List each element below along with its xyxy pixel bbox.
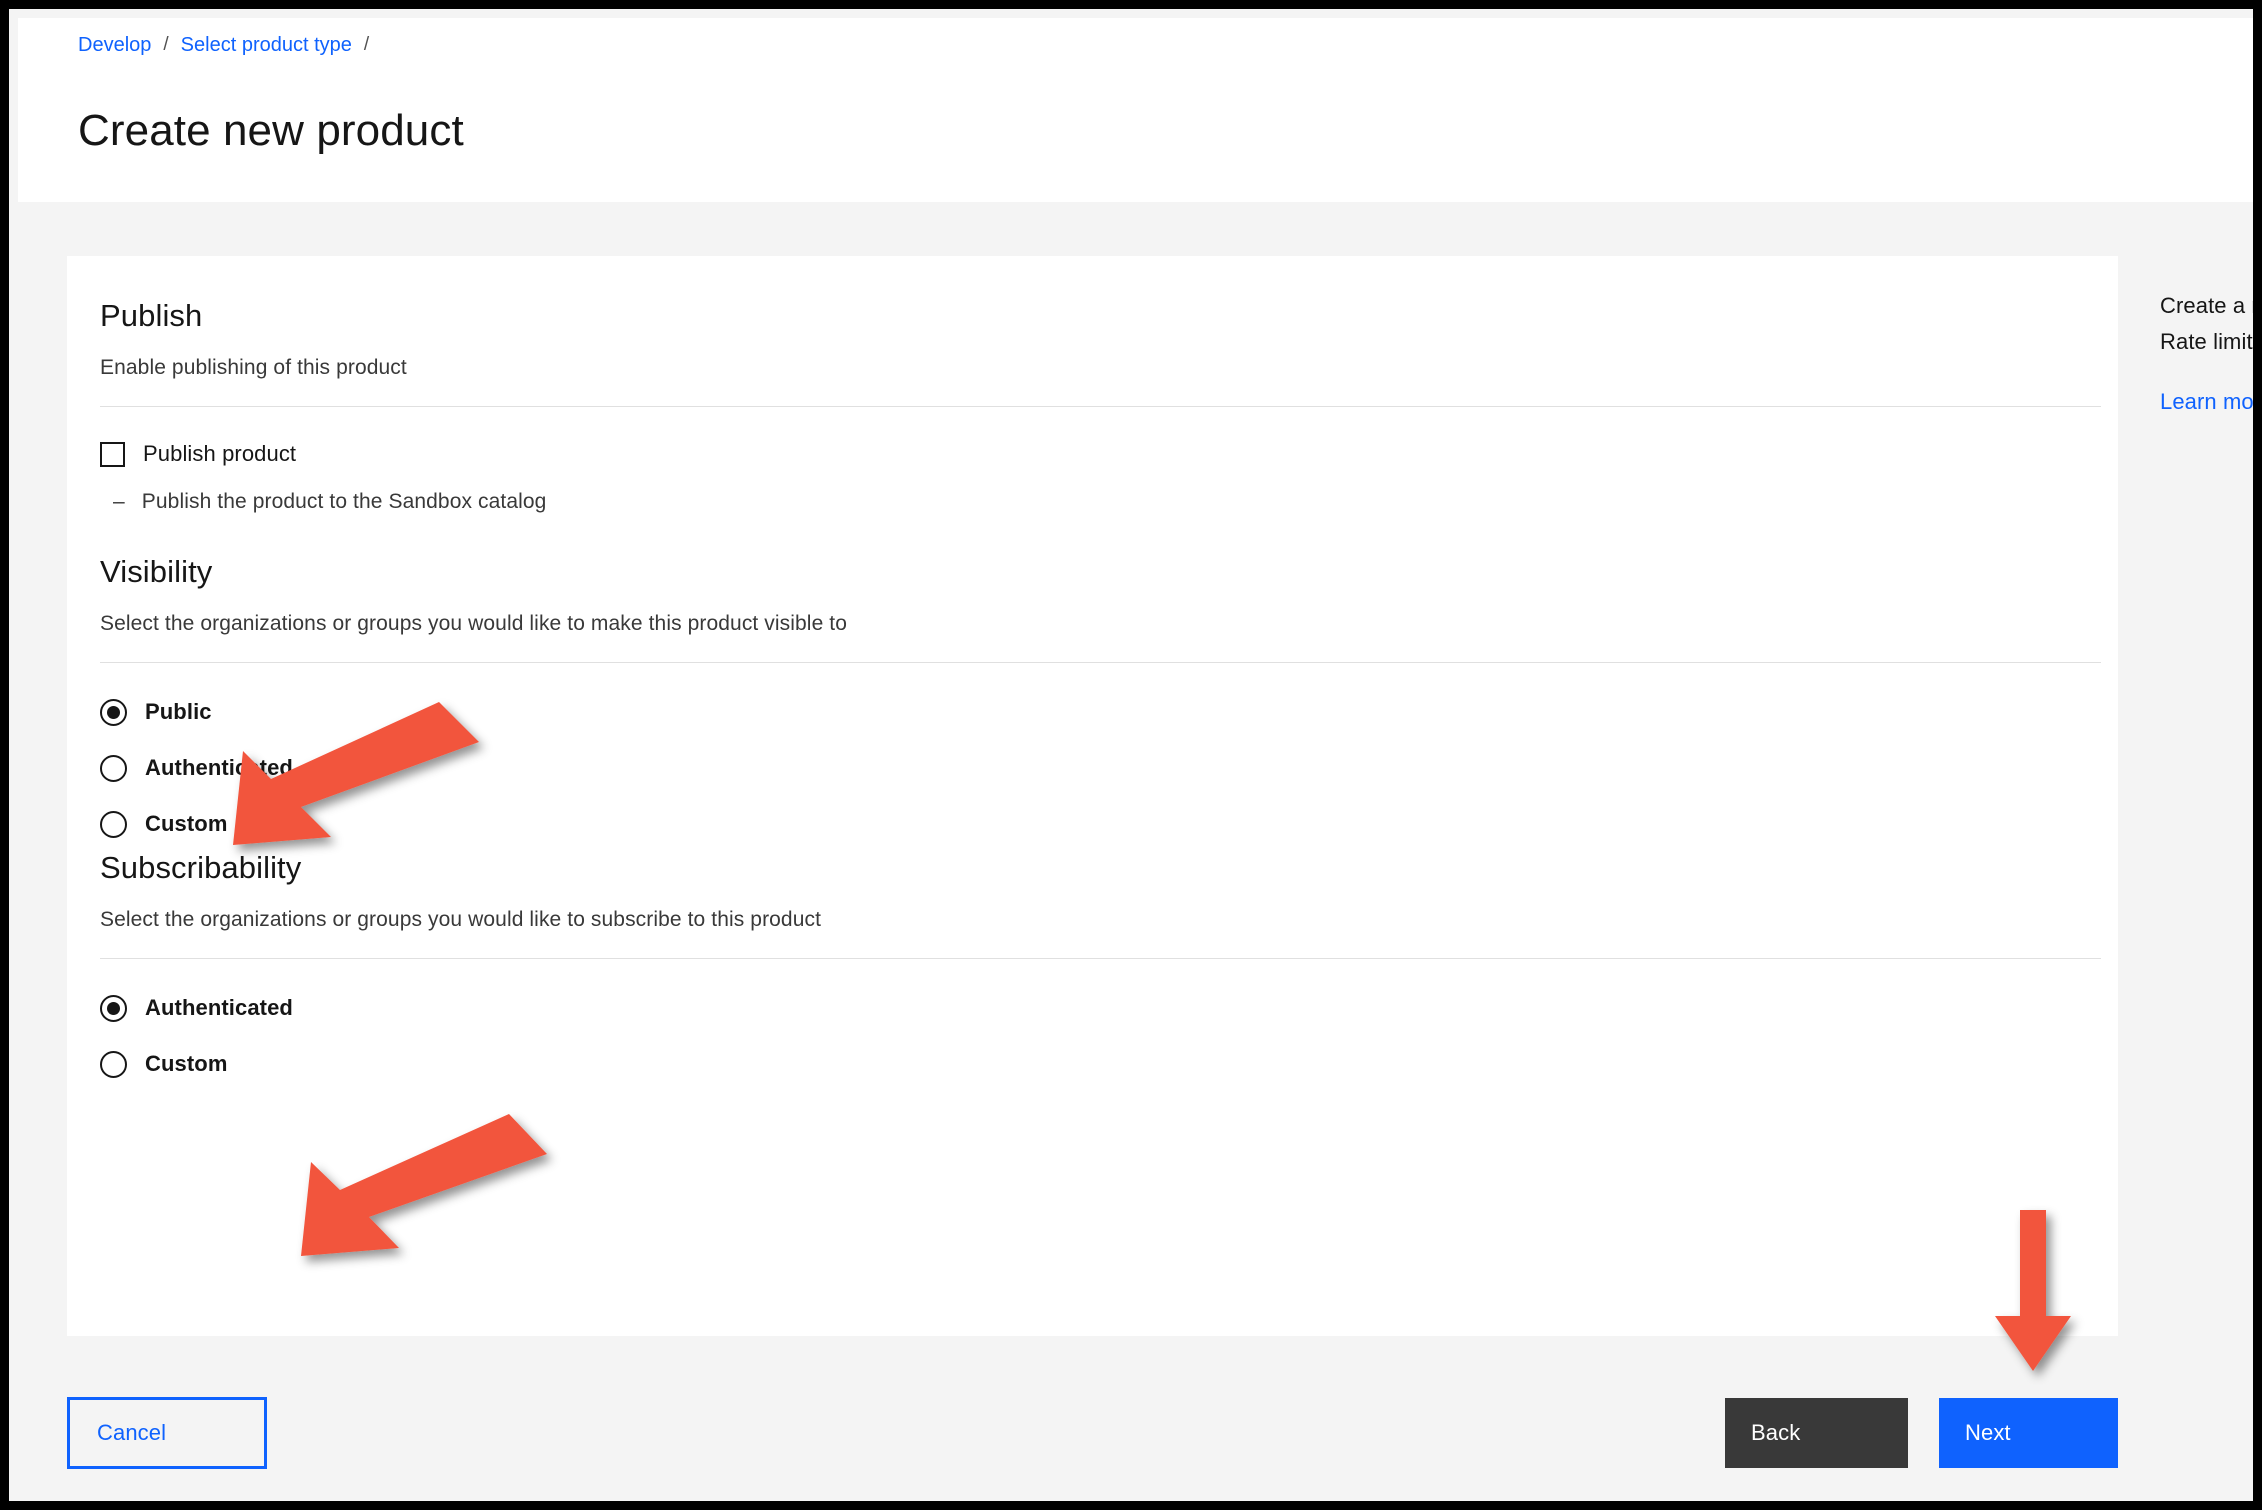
- subscribability-radio-group: Authenticated Custom: [100, 959, 2118, 1084]
- section-description-visibility: Select the organizations or groups you w…: [100, 612, 847, 635]
- section-publish: Publish Enable publishing of this produc…: [67, 296, 2118, 516]
- visibility-option-public-label: Public: [145, 699, 212, 724]
- page-title: Create new product: [78, 106, 464, 156]
- visibility-radio-group: Public Authenticated Custom: [100, 663, 2118, 844]
- publish-product-label: Publish product: [143, 441, 297, 466]
- radio-icon-unselected[interactable]: [100, 754, 127, 782]
- radio-icon-unselected[interactable]: [100, 1050, 127, 1078]
- section-title-subscribability: Subscribability: [100, 850, 302, 885]
- radio-icon-unselected[interactable]: [100, 810, 127, 838]
- visibility-option-authenticated-label: Authenticated: [145, 755, 293, 780]
- breadcrumb-separator-trailing: /: [363, 34, 370, 55]
- next-button[interactable]: Next: [1939, 1398, 2118, 1468]
- info-panel-line-1: Create a n: [2160, 293, 2262, 318]
- content-area: Publish Enable publishing of this produc…: [18, 202, 2262, 1501]
- publish-helper-text: – Publish the product to the Sandbox cat…: [113, 488, 2118, 516]
- app-window: Develop / Select product type / Create n…: [0, 0, 2262, 1510]
- subscribability-option-custom-label: Custom: [145, 1051, 228, 1076]
- publish-product-checkbox[interactable]: [100, 441, 125, 467]
- section-subscribability: Subscribability Select the organizations…: [67, 848, 2118, 1100]
- visibility-option-authenticated[interactable]: Authenticated: [100, 748, 2118, 788]
- section-visibility: Visibility Select the organizations or g…: [67, 552, 2118, 860]
- section-title-visibility: Visibility: [100, 554, 213, 589]
- section-description-publish: Enable publishing of this product: [100, 356, 407, 379]
- radio-icon-selected[interactable]: [100, 994, 127, 1022]
- subscribability-option-custom[interactable]: Custom: [100, 1044, 2118, 1084]
- section-description-subscribability: Select the organizations or groups you w…: [100, 908, 822, 931]
- helper-dash-icon: –: [113, 490, 125, 513]
- visibility-option-custom[interactable]: Custom: [100, 804, 2118, 844]
- breadcrumb-item-select-product-type[interactable]: Select product type: [181, 32, 352, 58]
- subscribability-option-authenticated-label: Authenticated: [145, 995, 293, 1020]
- breadcrumb-item-develop[interactable]: Develop: [78, 32, 151, 58]
- section-title-publish: Publish: [100, 298, 203, 333]
- visibility-option-custom-label: Custom: [145, 811, 228, 836]
- product-form-card: Publish Enable publishing of this produc…: [67, 256, 2118, 1336]
- info-panel: Create a n Rate limit Learn mo: [2118, 256, 2262, 1336]
- cancel-button[interactable]: Cancel: [67, 1397, 267, 1469]
- section-divider-publish: [100, 406, 2101, 407]
- publish-product-checkbox-row[interactable]: Publish product: [100, 440, 2118, 468]
- breadcrumb-separator: /: [163, 34, 169, 55]
- publish-helper-label: Publish the product to the Sandbox catal…: [141, 490, 547, 513]
- radio-icon-selected[interactable]: [100, 698, 127, 726]
- breadcrumb: Develop / Select product type /: [78, 32, 381, 58]
- visibility-option-public[interactable]: Public: [100, 692, 2118, 732]
- subscribability-option-authenticated[interactable]: Authenticated: [100, 988, 2118, 1028]
- learn-more-link[interactable]: Learn mo: [2160, 388, 2253, 416]
- page-header: Develop / Select product type / Create n…: [18, 18, 2253, 202]
- info-panel-line-2: Rate limit: [2160, 329, 2253, 354]
- back-button[interactable]: Back: [1725, 1398, 1908, 1468]
